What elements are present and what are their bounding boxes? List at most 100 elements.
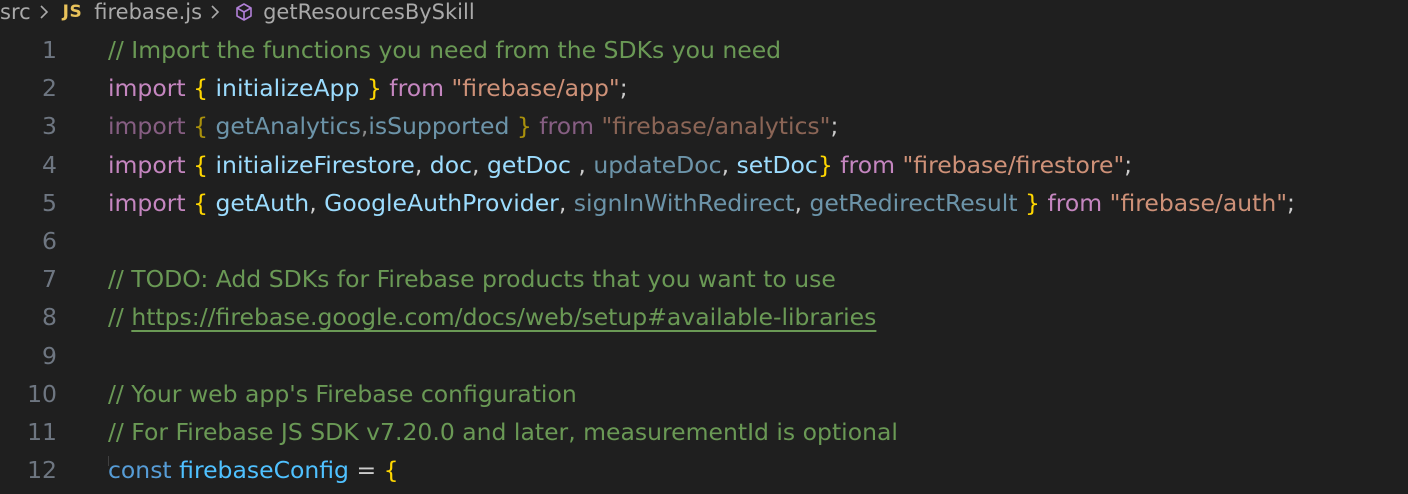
line-number: 1 <box>42 36 57 64</box>
line-number: 8 <box>42 303 57 332</box>
code-token: "firebase/firestore" <box>902 150 1125 179</box>
chevron-right-icon <box>202 4 228 20</box>
code-token: = <box>348 456 384 485</box>
javascript-file-icon: JS <box>62 2 83 22</box>
code-token: import <box>108 74 186 103</box>
code-line[interactable]: 11 // For Firebase JS SDK v7.20.0 and lat… <box>0 413 1408 451</box>
code-token: } <box>817 150 833 179</box>
cube-icon <box>234 2 254 22</box>
code-line[interactable]: 5 import { getAuth, GoogleAuthProvider, s… <box>0 184 1408 222</box>
code-line[interactable]: 2 import { initializeApp } from "firebase… <box>0 69 1408 107</box>
line-number: 12 <box>27 456 57 485</box>
breadcrumb-item-folder[interactable]: src <box>0 0 31 24</box>
code-token: ; <box>830 112 839 141</box>
line-number: 10 <box>27 379 57 408</box>
code-text: // Import the functions you need from th… <box>108 31 781 69</box>
code-link[interactable]: https://firebase.google.com/docs/web/set… <box>131 303 876 331</box>
code-token: signInWithRedirect <box>573 188 795 217</box>
code-line[interactable]: 6 <box>0 222 1408 260</box>
line-number: 5 <box>42 188 57 217</box>
code-line[interactable]: 1 // Import the functions you need from t… <box>0 31 1408 69</box>
code-token: from <box>389 74 444 103</box>
code-token: ; <box>619 74 628 103</box>
code-line[interactable]: 10 // Your web app's Firebase configurati… <box>0 375 1408 413</box>
code-token: } <box>366 74 382 103</box>
code-text: // Your web app's Firebase configuration <box>108 375 577 413</box>
code-token: "firebase/analytics" <box>601 112 831 141</box>
breadcrumb-item-file[interactable]: JS firebase.js <box>57 0 202 24</box>
breadcrumb-symbol-label: getResourcesBySkill <box>263 0 475 24</box>
code-token: , <box>721 150 737 179</box>
code-token: ; <box>1287 188 1295 217</box>
code-token: initializeApp <box>215 74 360 103</box>
code-token: from <box>539 112 594 141</box>
code-line[interactable]: 3 import { getAnalytics,isSupported } fro… <box>0 107 1408 145</box>
code-token: } <box>1025 188 1040 217</box>
code-token: GoogleAuthProvider <box>324 188 559 217</box>
code-token: , <box>558 188 574 217</box>
line-number: 11 <box>27 418 57 446</box>
code-token: isSupported <box>368 112 510 141</box>
code-line[interactable]: 7 // TODO: Add SDKs for Firebase products… <box>0 260 1408 298</box>
code-text: import { getAnalytics,isSupported } from… <box>108 107 838 145</box>
line-number: 4 <box>42 150 57 179</box>
code-token: import <box>108 112 186 141</box>
code-token: , <box>414 150 430 179</box>
code-token: "firebase/auth" <box>1109 188 1288 217</box>
code-token: // Your web app's Firebase configuration <box>108 379 577 408</box>
code-token: from <box>840 150 895 179</box>
code-token: getRedirectResult <box>809 188 1018 217</box>
code-token: getDoc <box>486 150 571 179</box>
breadcrumb-folder-label: src <box>0 0 31 24</box>
code-token: import <box>108 188 186 217</box>
code-token: , <box>309 188 325 217</box>
code-token: // <box>108 303 132 332</box>
line-number: 2 <box>42 74 57 103</box>
line-number: 7 <box>42 265 57 294</box>
code-token: // TODO: Add SDKs for Firebase products … <box>108 265 836 294</box>
code-token: firebaseConfig <box>179 456 349 485</box>
code-token: { <box>193 150 209 179</box>
code-token: { <box>193 112 209 141</box>
code-token: const <box>108 456 172 485</box>
code-token: // Import the functions you need from th… <box>108 36 782 64</box>
code-token: getAnalytics <box>215 112 361 141</box>
code-token: , <box>472 150 487 179</box>
code-text: import { initializeApp } from "firebase/… <box>108 69 628 107</box>
code-token: { <box>193 74 209 103</box>
code-token: { <box>383 456 399 485</box>
code-token: ; <box>1124 150 1133 179</box>
code-text: // For Firebase JS SDK v7.20.0 and later… <box>108 413 898 451</box>
code-token: getAuth <box>215 188 310 217</box>
line-number: 9 <box>42 341 57 370</box>
code-line[interactable]: 8 // https://firebase.google.com/docs/web… <box>0 298 1408 336</box>
code-token: setDoc <box>736 150 818 179</box>
code-text: import { getAuth, GoogleAuthProvider, si… <box>108 184 1295 222</box>
code-line[interactable]: 4 import { initializeFirestore, doc, getD… <box>0 146 1408 184</box>
code-token: "firebase/app" <box>451 74 620 103</box>
code-token: { <box>193 188 209 217</box>
code-editor[interactable]: 1 // Import the functions you need from t… <box>0 31 1408 494</box>
code-line[interactable]: 9 <box>0 337 1408 375</box>
code-token: import <box>108 150 186 179</box>
code-token: doc <box>429 150 473 179</box>
code-token: , <box>570 150 594 179</box>
code-text: const firebaseConfig = { <box>108 451 399 489</box>
code-token: updateDoc <box>593 150 722 179</box>
code-token: from <box>1047 188 1103 217</box>
breadcrumb-item-symbol[interactable]: getResourcesBySkill <box>228 0 475 24</box>
breadcrumb-file-label: firebase.js <box>94 0 203 24</box>
code-token: , <box>794 188 810 217</box>
code-line[interactable]: 12 const firebaseConfig = { <box>0 451 1408 489</box>
